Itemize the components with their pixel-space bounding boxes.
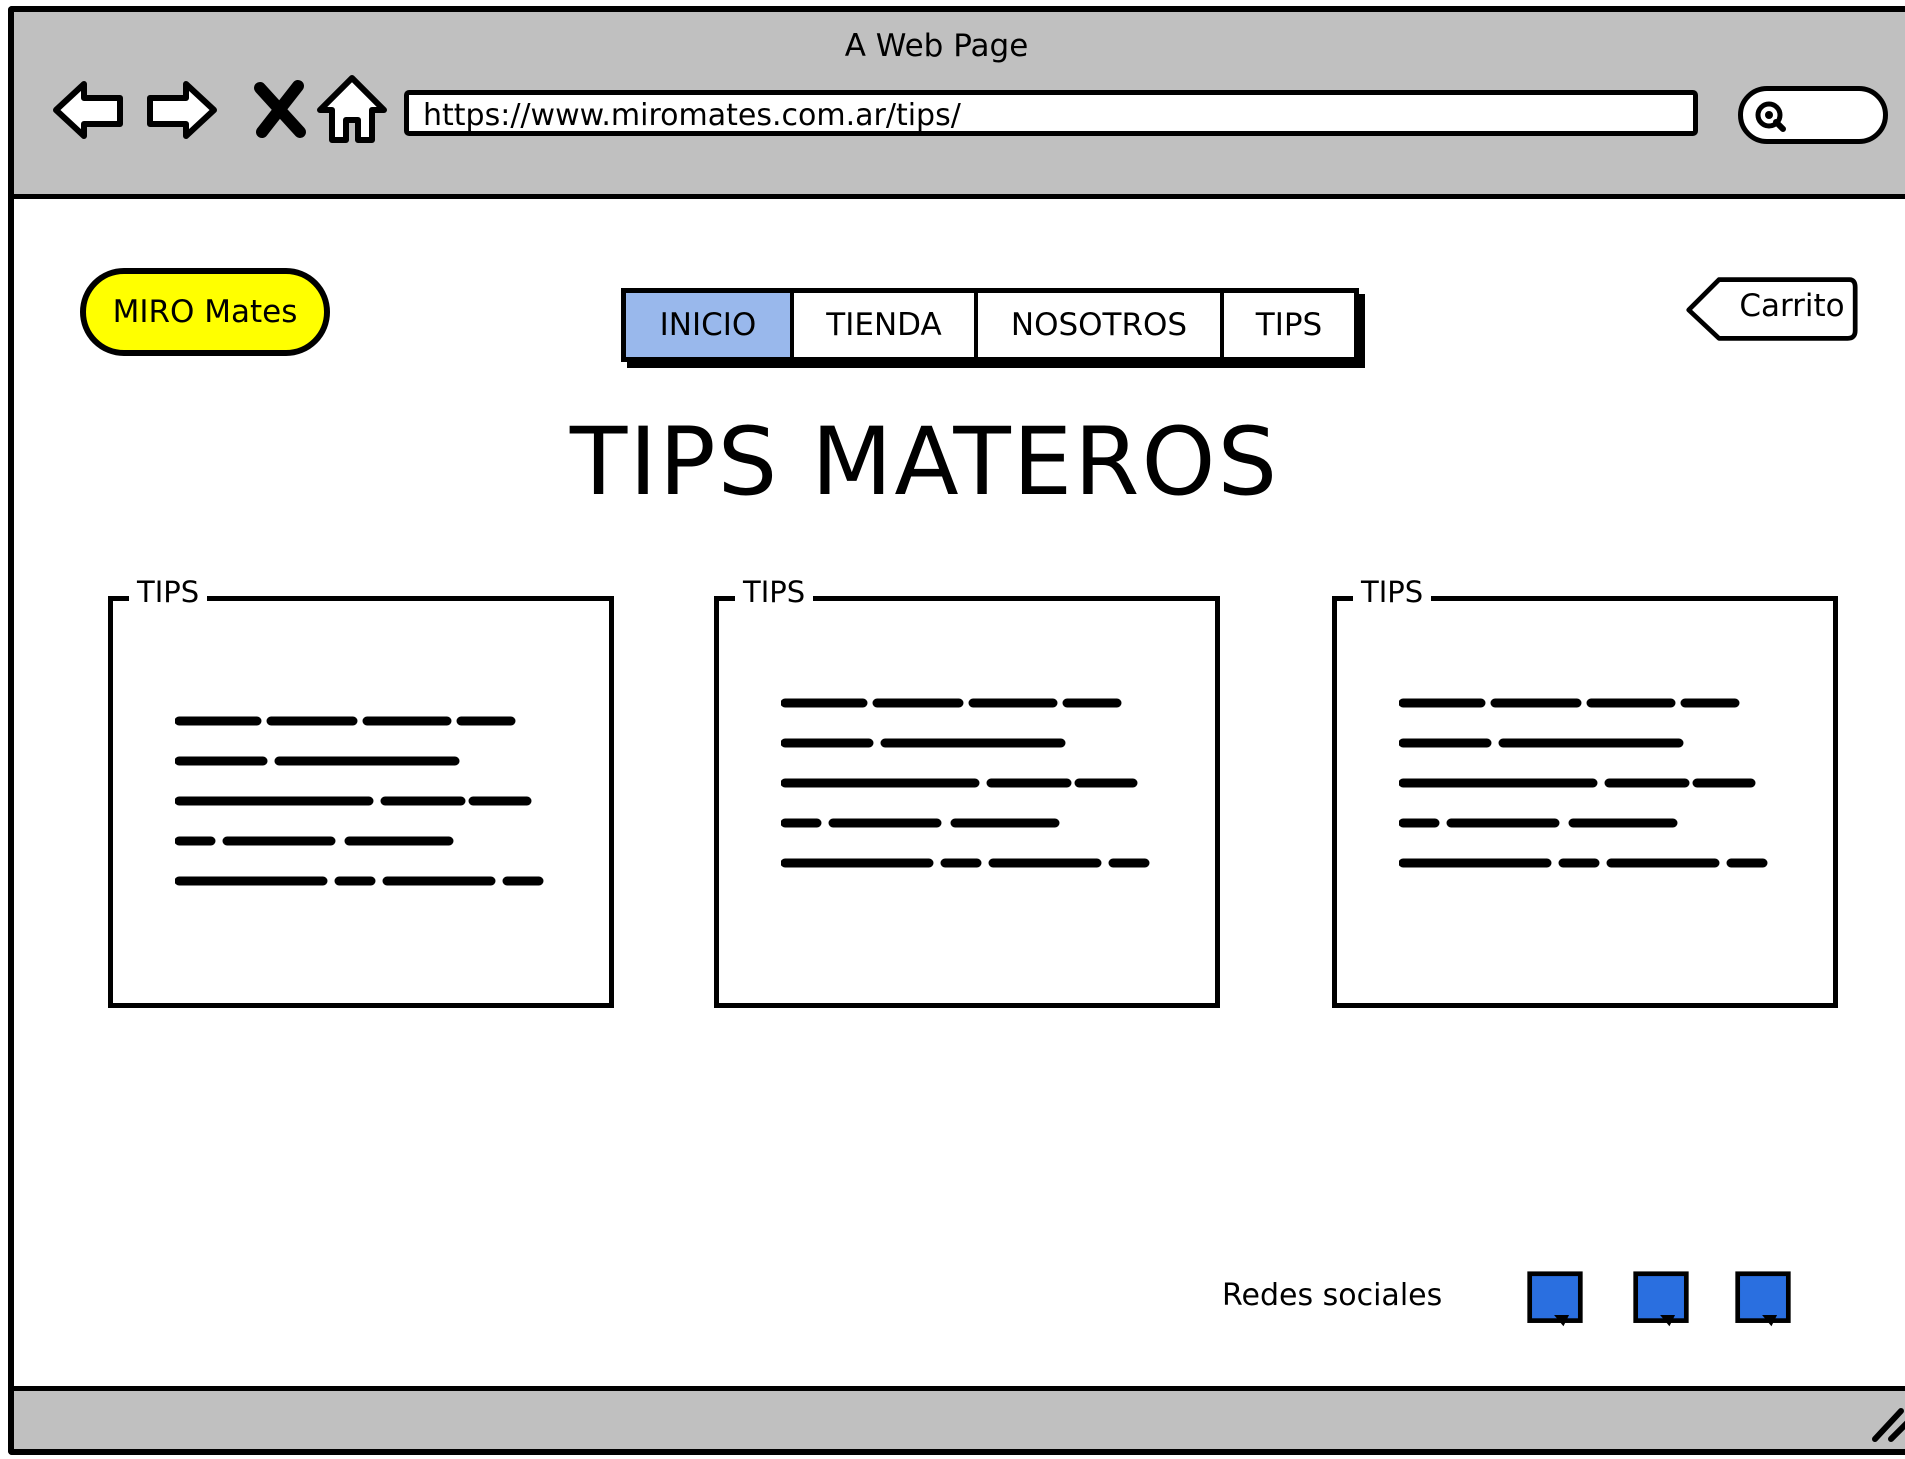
home-icon[interactable] [312,70,392,150]
browser-search-field[interactable] [1738,86,1888,144]
social-icon[interactable] [1524,1270,1586,1330]
tips-card: TIPS [1332,575,1838,1008]
placeholder-text-scribble [175,716,544,886]
window-title: A Web Page [844,28,1029,64]
back-arrow-icon[interactable] [48,70,128,150]
placeholder-text-scribble [781,698,1150,868]
card-legend: TIPS [1353,575,1432,609]
menu-item-tienda[interactable]: TIENDA [794,293,978,357]
url-bar[interactable]: https://www.miromates.com.ar/tips/ [404,90,1698,136]
close-icon[interactable] [242,70,322,150]
browser-window: A Web Page https://www.miromates.com.ar/… [8,6,1905,1455]
resize-grip-icon[interactable] [1867,1403,1905,1443]
cart-button[interactable]: Carrito [1722,288,1862,324]
social-networks-label: Redes sociales [1222,1278,1443,1313]
search-icon [1755,101,1786,132]
main-menu: INICIO TIENDA NOSOTROS TIPS [621,288,1359,362]
social-icon[interactable] [1732,1270,1794,1330]
tips-card: TIPS [714,575,1220,1008]
tips-card: TIPS [108,575,614,1008]
menu-item-inicio[interactable]: INICIO [626,293,794,357]
menu-item-tips[interactable]: TIPS [1224,293,1354,357]
url-text: https://www.miromates.com.ar/tips/ [423,98,961,133]
placeholder-text-scribble [1399,698,1768,868]
page-title: TIPS MATEROS [569,408,1280,517]
card-legend: TIPS [129,575,208,609]
forward-arrow-icon[interactable] [142,70,222,150]
card-legend: TIPS [735,575,814,609]
menu-item-nosotros[interactable]: NOSOTROS [978,293,1224,357]
browser-toolbar: A Web Page https://www.miromates.com.ar/… [14,12,1905,199]
social-icon[interactable] [1630,1270,1692,1330]
logo-button[interactable]: MIRO Mates [80,268,330,356]
browser-status-bar [14,1386,1905,1449]
